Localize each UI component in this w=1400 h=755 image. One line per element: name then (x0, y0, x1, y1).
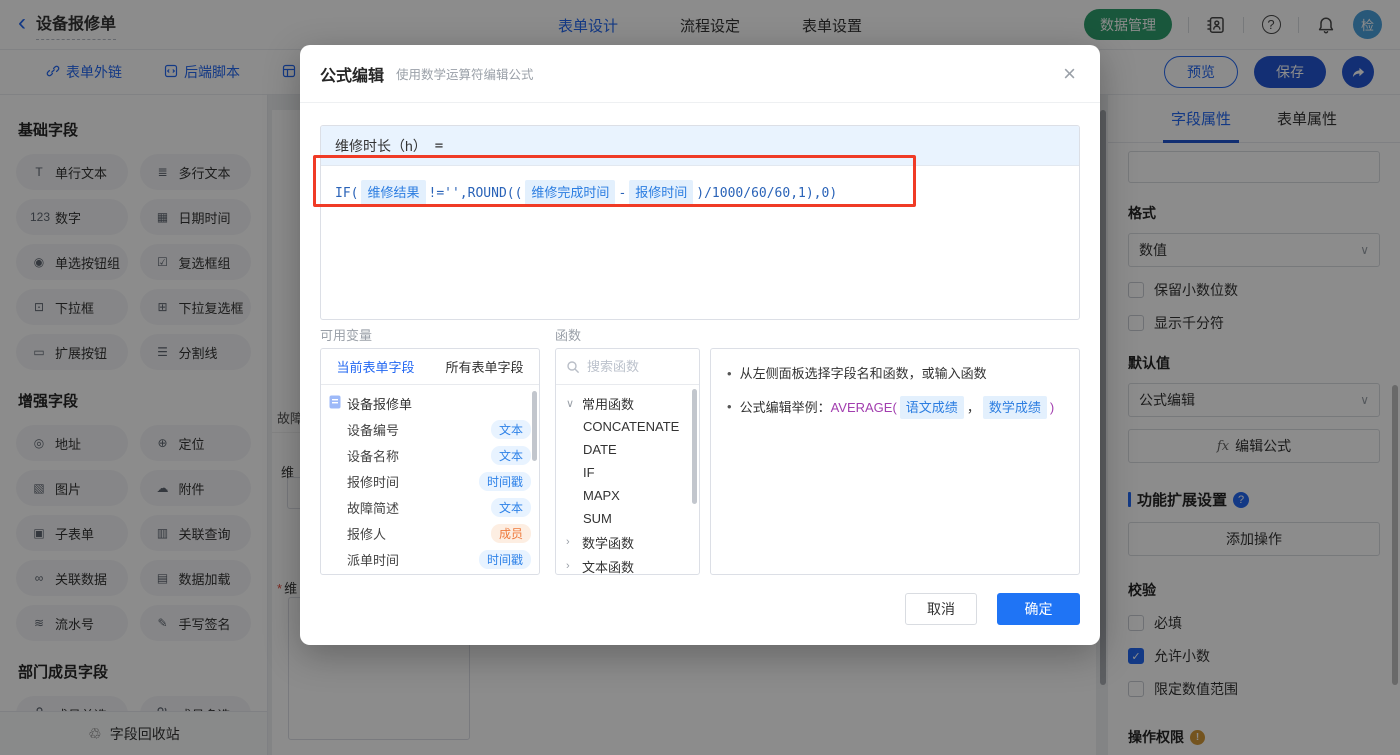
function-item-MAPX[interactable]: MAPX (566, 484, 699, 507)
confirm-button[interactable]: 确定 (997, 593, 1080, 625)
help-line-2: • 公式编辑举例：AVERAGE(语文成绩，数学成绩) (727, 396, 1063, 419)
modal-header: 公式编辑 使用数学运算符编辑公式 × (300, 45, 1100, 103)
formula-help-panel: • 从左侧面板选择字段名和函数，或输入函数 • 公式编辑举例：AVERAGE(语… (710, 348, 1080, 575)
function-item-DATE[interactable]: DATE (566, 438, 699, 461)
chevron-right-icon: › (566, 536, 570, 548)
variables-root-label: 设备报修单 (347, 397, 413, 412)
variable-item-报修时间[interactable]: 报修时间 时间戳 (329, 468, 531, 494)
variable-item-故障简述[interactable]: 故障简述 文本 (329, 494, 531, 520)
variable-type-badge: 文本 (490, 445, 531, 465)
variable-name: 报修人 (347, 526, 387, 542)
variables-label: 可用变量 (320, 328, 373, 343)
formula-expression[interactable]: IF(维修结果 !='',ROUND((维修完成时间 - 报修时间)/1000/60/… (321, 166, 1079, 220)
function-item-SUM[interactable]: SUM (566, 507, 699, 530)
example-function-close: ) (1049, 400, 1055, 415)
variable-name: 故障简述 (347, 500, 400, 516)
variable-type-badge: 文本 (490, 419, 531, 439)
variable-item-设备名称[interactable]: 设备名称 文本 (329, 442, 531, 468)
modal-subtitle: 使用数学运算符编辑公式 (396, 68, 534, 82)
bullet: • (727, 399, 732, 414)
formula-code-token: - (618, 186, 627, 201)
formula-editor-modal: 公式编辑 使用数学运算符编辑公式 × 维修时长（h） = IF(维修结果 !=''… (300, 45, 1100, 645)
formula-target-row: 维修时长（h） = (321, 126, 1079, 166)
document-icon (329, 395, 341, 412)
chevron-right-icon: › (566, 560, 570, 572)
function-group-文本函数[interactable]: › 文本函数 (566, 554, 699, 575)
formula-field-chip: 维修完成时间 (525, 180, 616, 206)
search-icon (567, 360, 580, 373)
cancel-button[interactable]: 取消 (905, 593, 977, 625)
modal-title: 公式编辑 (320, 67, 385, 85)
formula-field-chip: 维修结果 (361, 180, 426, 206)
formula-field-chip: 报修时间 (629, 180, 694, 206)
function-search (556, 349, 699, 385)
variable-item-派单时间[interactable]: 派单时间 时间戳 (329, 546, 531, 572)
function-group-数学函数[interactable]: › 数学函数 (566, 530, 699, 554)
variables-tabs: 当前表单字段 所有表单字段 (321, 349, 539, 385)
functions-panel: ∨ 常用函数 CONCATENATEDATEIFMAPXSUM › 数学函数 › 文本函数 (555, 348, 700, 575)
function-group-常用函数[interactable]: ∨ 常用函数 (566, 391, 699, 415)
variable-item-设备编号[interactable]: 设备编号 文本 (329, 416, 531, 442)
variable-type-badge: 文本 (490, 497, 531, 517)
variables-root-node[interactable]: 设备报修单 (329, 391, 531, 416)
variable-item-报修人[interactable]: 报修人 成员 (329, 520, 531, 546)
variable-type-badge: 时间戳 (478, 471, 531, 491)
function-group-label: 常用函数 (582, 396, 635, 412)
variable-type-badge: 时间戳 (478, 549, 531, 569)
variable-name: 设备编号 (347, 422, 400, 438)
equals-sign: = (434, 137, 444, 154)
target-field-label: 维修时长（h） (335, 137, 427, 154)
formula-code-token: !='',ROUND(( (428, 186, 523, 201)
variables-scrollbar[interactable] (532, 391, 537, 461)
example-function-open: AVERAGE( (830, 400, 897, 415)
formula-code-token: )/1000/60/60,1),0) (696, 186, 838, 201)
functions-scrollbar[interactable] (692, 389, 697, 504)
function-group-label: 文本函数 (582, 559, 635, 575)
functions-label: 函数 (555, 328, 582, 343)
bullet: • (727, 366, 732, 381)
variable-name: 设备名称 (347, 448, 400, 464)
help-line-1: • 从左侧面板选择字段名和函数，或输入函数 (727, 363, 1063, 384)
variable-name: 报修时间 (347, 474, 400, 490)
function-item-IF[interactable]: IF (566, 461, 699, 484)
variables-panel: 当前表单字段 所有表单字段 设备报修单 设备编号 文本 设备名称 文本 报修时间 时间戳 故障… (320, 348, 540, 575)
function-item-CONCATENATE[interactable]: CONCATENATE (566, 415, 699, 438)
chevron-down-icon: ∨ (566, 397, 575, 410)
formula-editor[interactable]: 维修时长（h） = IF(维修结果 !='',ROUND((维修完成时间 - 报修时间… (320, 125, 1080, 320)
close-icon[interactable]: × (1063, 62, 1076, 85)
variable-name: 派单时间 (347, 552, 400, 568)
tab-all-form-fields[interactable]: 所有表单字段 (430, 349, 539, 384)
tab-current-form-fields[interactable]: 当前表单字段 (321, 349, 430, 384)
example-field-chip: 语文成绩 (899, 396, 964, 419)
example-field-chip: 数学成绩 (982, 396, 1047, 419)
formula-code-token: IF( (335, 186, 359, 201)
function-search-input[interactable] (587, 359, 677, 374)
function-group-label: 数学函数 (582, 535, 635, 551)
variable-type-badge: 成员 (490, 523, 531, 543)
modal-footer: 取消 确定 (905, 593, 1080, 625)
